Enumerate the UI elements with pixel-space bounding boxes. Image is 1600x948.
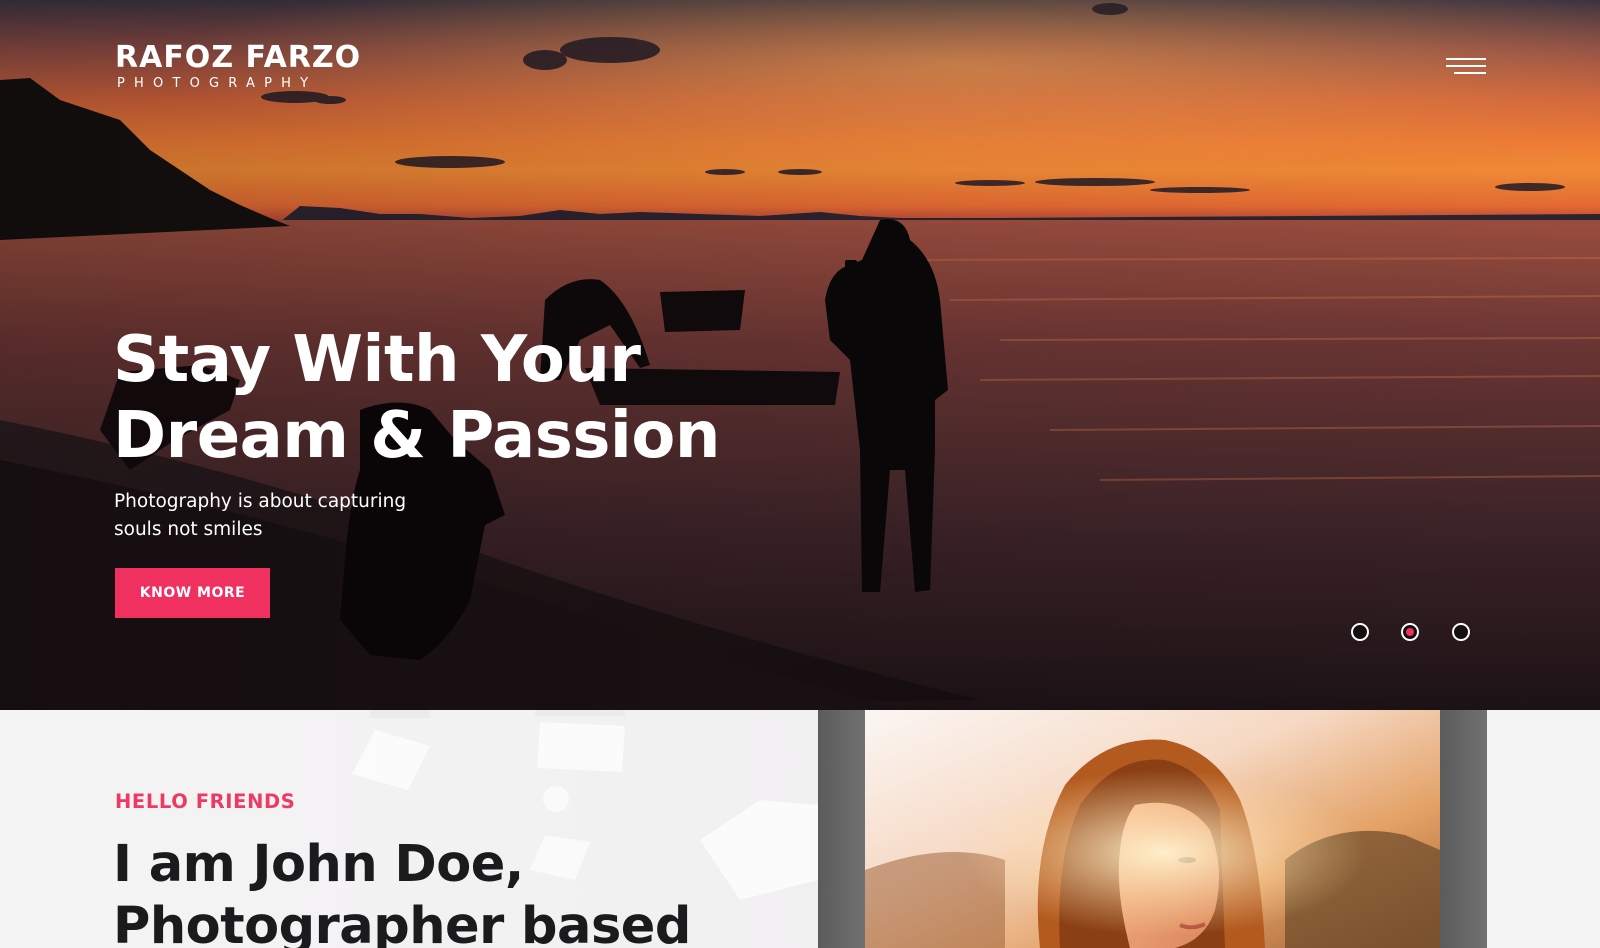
slider-dot-3[interactable] (1452, 623, 1470, 641)
hero-slider: RAFOZ FARZO PHOTOGRAPHY Stay With Your D… (0, 0, 1600, 710)
slider-dot-1[interactable] (1351, 623, 1369, 641)
portrait-photo (865, 710, 1440, 948)
about-heading: I am John Doe, Photographer based (113, 834, 813, 948)
about-eyebrow: HELLO FRIENDS (115, 790, 296, 813)
site-logo[interactable]: RAFOZ FARZO PHOTOGRAPHY (115, 42, 361, 92)
slider-dot-active-indicator (1406, 628, 1414, 636)
slider-dot-2[interactable] (1401, 623, 1419, 641)
hero-subtitle: Photography is about capturing souls not… (114, 491, 407, 540)
logo-tagline: PHOTOGRAPHY (117, 76, 318, 91)
hero-title-line-2: Dream & Passion (113, 399, 720, 473)
hero-title: Stay With Your Dream & Passion (113, 322, 753, 474)
know-more-button[interactable]: KNOW MORE (115, 568, 270, 618)
logo-name: RAFOZ FARZO (115, 40, 362, 75)
about-heading-line-2: Photographer based (113, 897, 691, 948)
about-section: HELLO FRIENDS I am John Doe, Photographe… (0, 710, 1600, 948)
hero-title-line-1: Stay With Your (113, 323, 641, 397)
hamburger-menu-button[interactable] (1446, 54, 1486, 78)
about-heading-line-1: I am John Doe, (113, 835, 524, 894)
